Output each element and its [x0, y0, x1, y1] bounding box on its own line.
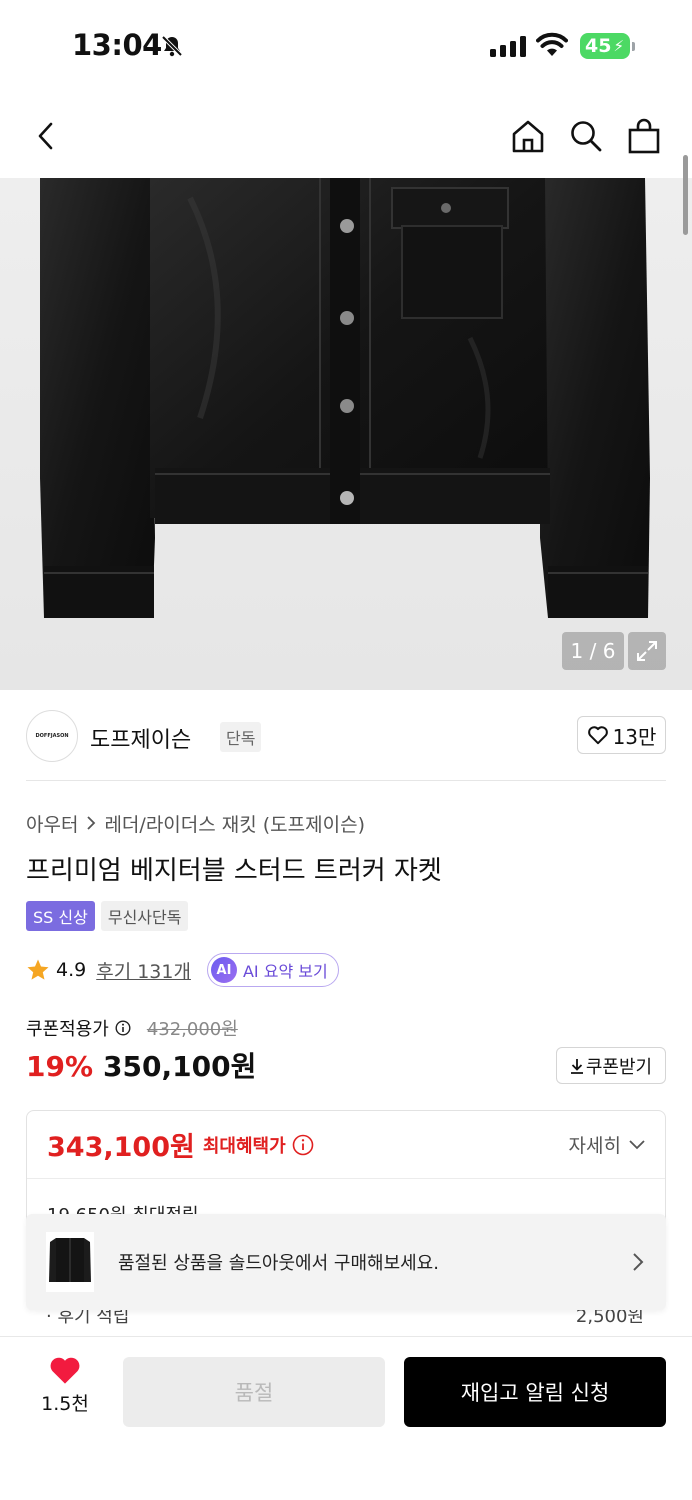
- bottom-action-bar: 1.5천 품절 재입고 알림 신청: [0, 1336, 692, 1500]
- brand-like-button[interactable]: 13만: [577, 716, 666, 754]
- chevron-right-icon: [633, 1253, 644, 1271]
- soldout-banner[interactable]: 품절된 상품을 솔드아웃에서 구매해보세요.: [26, 1214, 666, 1310]
- divider: [26, 780, 666, 781]
- price-row: 19% 350,100원: [26, 1045, 256, 1085]
- info-icon[interactable]: [115, 1020, 131, 1036]
- product-like-count: 1.5천: [41, 1393, 89, 1415]
- soldout-message: 품절된 상품을 솔드아웃에서 구매해보세요.: [118, 1253, 439, 1274]
- review-count-link[interactable]: 후기 131개: [96, 957, 191, 984]
- jacket-image: [40, 178, 650, 618]
- battery-icon: 45 ⚡: [580, 33, 635, 59]
- brand-row: DOFFJASON 도프제이슨 단독 13만: [26, 700, 666, 772]
- soldout-button[interactable]: 품절: [123, 1357, 385, 1427]
- breadcrumb: 아우터 레더/라이더스 재킷 (도프제이슨): [26, 810, 365, 837]
- product-like-button[interactable]: 1.5천: [30, 1355, 100, 1427]
- expand-icon[interactable]: [628, 632, 666, 670]
- image-counter: 1 / 6: [562, 632, 624, 670]
- cellular-signal-icon: [490, 35, 526, 57]
- rating-row: 4.9 후기 131개 AI AI 요약 보기: [26, 952, 339, 988]
- ai-summary-label: AI 요약 보기: [242, 962, 328, 981]
- info-icon[interactable]: [292, 1134, 314, 1156]
- max-benefit-price: 343,100원: [47, 1132, 195, 1163]
- exclusive-badge: 무신사단독: [100, 901, 189, 931]
- bell-muted-icon: [160, 34, 184, 62]
- product-image-gallery[interactable]: 1 / 6: [0, 178, 692, 690]
- status-time: 13:04: [72, 28, 162, 62]
- status-bar: 13:04 45 ⚡: [0, 0, 692, 92]
- chevron-down-icon: [629, 1139, 645, 1149]
- coupon-download-button[interactable]: 쿠폰받기: [556, 1047, 666, 1084]
- original-price: 432,000원: [146, 1019, 238, 1040]
- heart-outline-icon: [587, 726, 608, 745]
- brand-logo[interactable]: DOFFJASON: [26, 710, 78, 762]
- brand-like-count: 13만: [612, 724, 657, 749]
- breadcrumb-subcategory[interactable]: 레더/라이더스 재킷 (도프제이슨): [104, 810, 365, 837]
- rating-score: 4.9: [56, 959, 87, 981]
- final-price: 350,100원: [103, 1050, 257, 1083]
- chevron-right-icon: [86, 813, 96, 835]
- brand-logo-text: DOFFJASON: [35, 733, 69, 739]
- download-icon: [570, 1058, 583, 1074]
- brand-name[interactable]: 도프제이슨: [90, 722, 191, 754]
- shopping-bag-icon[interactable]: [622, 114, 666, 158]
- restock-alert-button[interactable]: 재입고 알림 신청: [404, 1357, 666, 1427]
- heart-filled-icon: [50, 1357, 80, 1384]
- benefit-detail-label: 자세히: [568, 1135, 621, 1157]
- ai-summary-button[interactable]: AI AI 요약 보기: [206, 953, 339, 987]
- chevron-left-icon[interactable]: [24, 114, 68, 158]
- product-thumbnail: [46, 1232, 94, 1292]
- breadcrumb-category[interactable]: 아우터: [26, 810, 78, 837]
- home-icon[interactable]: [506, 114, 550, 158]
- brand-exclusive-tag: 단독: [220, 722, 262, 752]
- benefit-detail-toggle[interactable]: 자세히: [569, 1131, 645, 1158]
- coupon-price-label: 쿠폰적용가: [26, 1019, 109, 1040]
- discount-rate: 19%: [26, 1050, 94, 1083]
- top-navigation-bar: [0, 92, 692, 180]
- max-benefit-label: 최대혜택가: [202, 1135, 286, 1157]
- ai-icon: AI: [210, 957, 237, 983]
- new-season-badge: SS 신상: [26, 901, 95, 931]
- coupon-download-label: 쿠폰받기: [585, 1056, 653, 1078]
- product-title: 프리미엄 베지터블 스터드 트러커 자켓: [26, 856, 442, 886]
- battery-level: 45: [585, 35, 612, 57]
- coupon-price-row: 쿠폰적용가 432,000원: [26, 1015, 238, 1041]
- scroll-indicator: [683, 155, 688, 235]
- max-benefit-header[interactable]: 343,100원 최대혜택가 자세히: [27, 1111, 665, 1179]
- product-badges: SS 신상 무신사단독: [26, 901, 189, 931]
- search-icon[interactable]: [564, 114, 608, 158]
- star-icon: [27, 959, 49, 980]
- wifi-icon: [536, 32, 568, 62]
